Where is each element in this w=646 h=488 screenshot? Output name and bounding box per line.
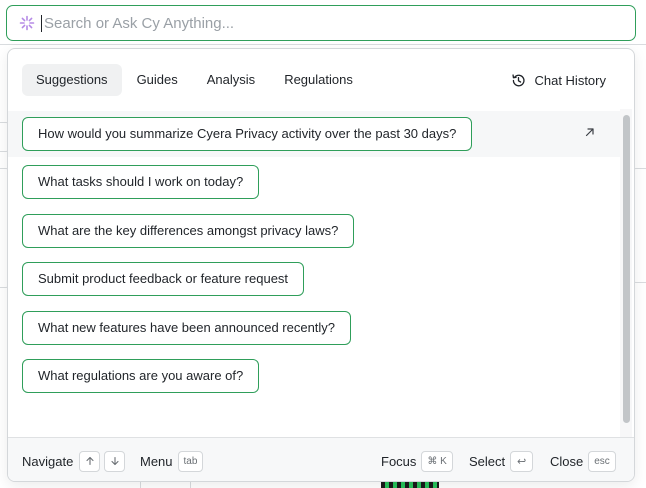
background-vertical-line bbox=[140, 482, 141, 488]
chat-history-label: Chat History bbox=[534, 72, 606, 88]
history-icon bbox=[512, 73, 526, 86]
arrow-up-icon bbox=[86, 456, 94, 466]
list-item: What are the key differences amongst pri… bbox=[8, 208, 622, 254]
select-hint: Select ↩ bbox=[469, 438, 534, 481]
search-input[interactable] bbox=[44, 14, 604, 32]
arrow-down-key bbox=[104, 450, 126, 472]
search-bar[interactable] bbox=[6, 5, 636, 41]
select-label: Select bbox=[469, 453, 506, 469]
menu-label: Menu bbox=[140, 453, 173, 469]
background-divider bbox=[0, 44, 646, 45]
suggestion-chip[interactable]: Submit product feedback or feature reque… bbox=[22, 262, 305, 296]
tab-regulations[interactable]: Regulations bbox=[270, 64, 367, 96]
text-caret bbox=[41, 14, 42, 32]
suggestion-chip[interactable]: How would you summarize Cyera Privacy ac… bbox=[22, 117, 473, 151]
arrow-up-right-icon[interactable] bbox=[584, 126, 596, 138]
sparkle-icon bbox=[19, 15, 35, 31]
suggestion-chip[interactable]: What are the key differences amongst pri… bbox=[22, 214, 355, 248]
list-item: What regulations are you aware of? bbox=[8, 353, 622, 399]
scrollbar[interactable] bbox=[620, 109, 632, 437]
navigate-hint: Navigate bbox=[22, 438, 126, 481]
tab-suggestions[interactable]: Suggestions bbox=[22, 64, 122, 96]
shortcut-footer: Navigate Menu tab Focus ⌘ K Select ↩ Clo… bbox=[8, 437, 634, 481]
arrow-up-key bbox=[79, 450, 101, 472]
tab-key: tab bbox=[177, 450, 204, 472]
list-item: Submit product feedback or feature reque… bbox=[8, 256, 622, 302]
suggestion-chip[interactable]: What new features have been announced re… bbox=[22, 311, 352, 345]
list-item: What new features have been announced re… bbox=[8, 305, 622, 351]
chat-history-button[interactable]: Chat History bbox=[511, 64, 606, 96]
suggestion-list: How would you summarize Cyera Privacy ac… bbox=[8, 111, 622, 437]
cmd-k-key: ⌘ K bbox=[421, 450, 453, 472]
tab-analysis[interactable]: Analysis bbox=[193, 64, 269, 96]
close-label: Close bbox=[550, 453, 584, 469]
navigate-label: Navigate bbox=[22, 453, 74, 469]
enter-key: ↩ bbox=[510, 450, 534, 472]
menu-hint: Menu tab bbox=[140, 438, 204, 481]
background-vertical-line-2 bbox=[190, 482, 191, 488]
suggestion-chip[interactable]: What regulations are you aware of? bbox=[22, 359, 260, 393]
list-item: What tasks should I work on today? bbox=[8, 159, 622, 205]
list-item: How would you summarize Cyera Privacy ac… bbox=[8, 111, 622, 157]
tab-guides[interactable]: Guides bbox=[123, 64, 192, 96]
close-hint: Close esc bbox=[550, 438, 616, 481]
suggestion-chip[interactable]: What tasks should I work on today? bbox=[22, 165, 260, 199]
command-popup: Suggestions Guides Analysis Regulations … bbox=[7, 48, 635, 482]
focus-hint: Focus ⌘ K bbox=[381, 438, 453, 481]
scrollbar-thumb[interactable] bbox=[623, 115, 630, 423]
esc-key: esc bbox=[588, 450, 616, 472]
focus-label: Focus bbox=[381, 453, 417, 469]
arrow-down-icon bbox=[111, 456, 119, 466]
